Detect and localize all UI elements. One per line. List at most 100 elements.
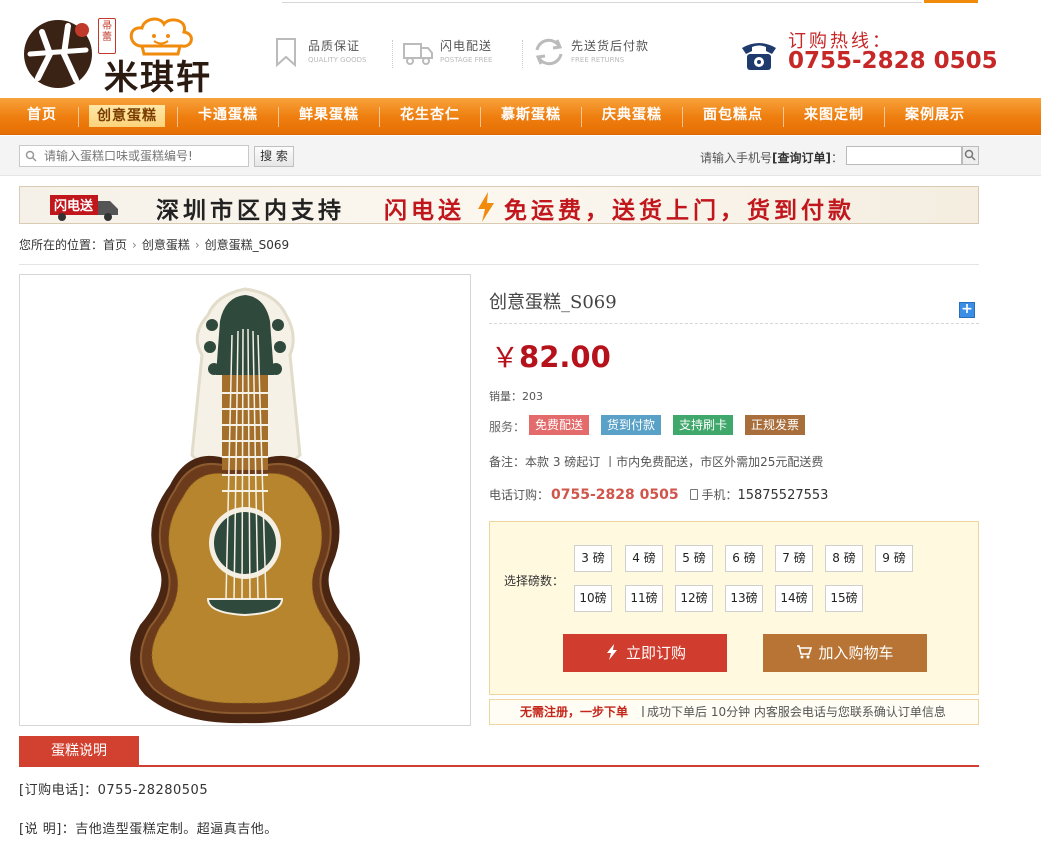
weight-option[interactable]: 4 磅 bbox=[625, 545, 663, 572]
contact-mobile: 15875527553 bbox=[737, 488, 829, 503]
delivery-truck-icon: 闪电送 bbox=[50, 195, 118, 221]
nav-item-creative-cake[interactable]: 创意蛋糕 bbox=[86, 98, 168, 135]
sales-count: 销量：203 bbox=[489, 390, 543, 403]
promise-quality: 品质保证 QUALITY GOODS bbox=[270, 34, 390, 74]
weight-option[interactable]: 7 磅 bbox=[775, 545, 813, 572]
service-tag-invoice: 正规发票 bbox=[745, 415, 806, 435]
promise-payment-sub: FREE RETURNS bbox=[571, 56, 625, 64]
nav-divider bbox=[783, 107, 784, 127]
search-bar: 搜 索 请输入手机号[查询订单]： bbox=[0, 136, 1041, 176]
order-query-label: 请输入手机号[查询订单]： bbox=[700, 151, 844, 165]
hotline: 订购热线： 0755-2828 0505 bbox=[740, 26, 998, 78]
add-to-cart-button[interactable]: 加入购物车 bbox=[763, 634, 927, 672]
promise-payment-title: 先送货后付款 bbox=[571, 39, 650, 53]
truck-icon bbox=[403, 43, 433, 65]
expand-plus-icon[interactable]: + bbox=[959, 302, 975, 318]
weight-option[interactable]: 5 磅 bbox=[675, 545, 713, 572]
breadcrumb-current: 创意蛋糕_S069 bbox=[204, 238, 290, 252]
breadcrumb-home[interactable]: 首页 bbox=[103, 238, 127, 252]
weight-option[interactable]: 6 磅 bbox=[725, 545, 763, 572]
site-logo[interactable]: 帚蕾 米琪轩 bbox=[20, 12, 225, 98]
breadcrumb-divider bbox=[19, 264, 979, 265]
nav-item-celebration-cake[interactable]: 庆典蛋糕 bbox=[588, 98, 676, 135]
brand-name: 米琪轩 bbox=[104, 58, 212, 98]
search-button[interactable]: 搜 索 bbox=[254, 146, 294, 167]
weight-option[interactable]: 11磅 bbox=[625, 585, 663, 612]
top-strip-accent bbox=[924, 0, 978, 3]
promise-delivery-title: 闪电配送 bbox=[440, 39, 493, 53]
promo-banner[interactable]: 闪电送 深圳市区内支持 闪电送 免运费，送货上门，货到付款 bbox=[19, 186, 979, 224]
weight-option[interactable]: 9 磅 bbox=[875, 545, 913, 572]
bookmark-icon bbox=[276, 38, 296, 68]
sales-value: 203 bbox=[522, 390, 543, 403]
banner-text-area: 深圳市区内支持 bbox=[156, 198, 345, 224]
service-tag-free-delivery: 免费配送 bbox=[529, 415, 590, 435]
logo-mark-icon bbox=[24, 20, 92, 88]
tip-no-register: 无需注册，一步下单 bbox=[520, 705, 629, 719]
nav-item-showcase[interactable]: 案例展示 bbox=[891, 98, 979, 135]
logo-seal: 帚蕾 bbox=[98, 18, 116, 54]
chevron-right-icon: › bbox=[194, 238, 200, 252]
nav-item-custom-order[interactable]: 来图定制 bbox=[790, 98, 878, 135]
main-nav: 首页 创意蛋糕 卡通蛋糕 鲜果蛋糕 花生杏仁 慕斯蛋糕 庆典蛋糕 面包糕点 来图… bbox=[0, 98, 1041, 135]
tab-cake-description[interactable]: 蛋糕说明 bbox=[19, 736, 139, 766]
nav-item-peanut-almond[interactable]: 花生杏仁 bbox=[386, 98, 474, 135]
banner-text-free: 免运费，送货上门，货到付款 bbox=[504, 198, 855, 224]
price-value: 82.00 bbox=[519, 340, 611, 374]
weight-option[interactable]: 10磅 bbox=[574, 585, 612, 612]
promise-divider bbox=[392, 40, 393, 68]
breadcrumb-category[interactable]: 创意蛋糕 bbox=[142, 238, 190, 252]
nav-item-fruit-cake[interactable]: 鲜果蛋糕 bbox=[285, 98, 373, 135]
nav-item-mousse-cake[interactable]: 慕斯蛋糕 bbox=[487, 98, 575, 135]
tip-confirm: 成功下单后 10分钟 内客服会电话与您联系确认订单信息 bbox=[647, 705, 946, 719]
weight-option[interactable]: 14磅 bbox=[775, 585, 813, 612]
weight-option[interactable]: 8 磅 bbox=[825, 545, 863, 572]
nav-divider bbox=[78, 107, 79, 127]
weight-option[interactable]: 12磅 bbox=[675, 585, 713, 612]
site-header: 帚蕾 米琪轩 品质保证 QUALITY GOODS 闪电配送 POSTAGE F… bbox=[0, 4, 1041, 98]
weight-selector: 选择磅数： 3 磅 4 磅 5 磅 6 磅 7 磅 8 磅 9 磅 10磅 11… bbox=[489, 521, 979, 695]
product-image[interactable] bbox=[19, 274, 471, 726]
order-phone-input[interactable] bbox=[846, 146, 962, 165]
nav-item-cartoon-cake[interactable]: 卡通蛋糕 bbox=[184, 98, 272, 135]
weight-label: 选择磅数： bbox=[504, 574, 565, 588]
mobile-phone-icon bbox=[690, 489, 699, 500]
lightning-icon bbox=[606, 644, 617, 660]
promise-delivery-sub: POSTAGE FREE bbox=[440, 56, 493, 64]
service-tag-card: 支持刷卡 bbox=[673, 415, 734, 435]
nav-divider bbox=[379, 107, 380, 127]
cart-icon bbox=[797, 645, 813, 659]
banner-text-express: 闪电送 bbox=[384, 198, 465, 224]
search-icon bbox=[964, 149, 976, 161]
currency-symbol: ￥ bbox=[491, 341, 520, 374]
description-phone: [订购电话]：0755-28280505 bbox=[19, 783, 209, 798]
weight-option[interactable]: 3 磅 bbox=[574, 545, 612, 572]
contact-phone: 0755-2828 0505 bbox=[551, 487, 679, 503]
buy-now-button[interactable]: 立即订购 bbox=[563, 634, 727, 672]
guitar-cake-image bbox=[130, 287, 360, 724]
promise-quality-title: 品质保证 bbox=[308, 39, 361, 53]
product-price: ￥82.00 bbox=[491, 336, 611, 376]
banner-badge: 闪电送 bbox=[54, 198, 94, 214]
description-text: [说 明]：吉他造型蛋糕定制。超逼真吉他。 bbox=[19, 822, 278, 837]
hotline-number: 0755-2828 0505 bbox=[788, 48, 998, 74]
promise-divider bbox=[522, 40, 523, 68]
promise-payment: 先送货后付款 FREE RETURNS bbox=[533, 34, 673, 74]
lightning-icon bbox=[478, 192, 494, 222]
nav-divider bbox=[177, 107, 178, 127]
nav-divider bbox=[884, 107, 885, 127]
telephone-icon bbox=[742, 43, 776, 70]
nav-divider bbox=[480, 107, 481, 127]
order-tip: 无需注册，一步下单 丨 成功下单后 10分钟 内客服会电话与您联系确认订单信息 bbox=[489, 699, 979, 725]
order-query-link[interactable]: [查询订单] bbox=[772, 151, 831, 165]
order-query-button[interactable] bbox=[962, 146, 979, 165]
search-icon bbox=[25, 150, 37, 162]
weight-option[interactable]: 15磅 bbox=[825, 585, 863, 612]
search-input[interactable] bbox=[19, 145, 249, 167]
breadcrumb-prefix: 您所在的位置： bbox=[19, 238, 104, 252]
promise-delivery: 闪电配送 POSTAGE FREE bbox=[402, 34, 522, 74]
weight-option[interactable]: 13磅 bbox=[725, 585, 763, 612]
nav-divider bbox=[278, 107, 279, 127]
nav-item-bread-pastry[interactable]: 面包糕点 bbox=[689, 98, 777, 135]
nav-item-home[interactable]: 首页 bbox=[14, 98, 70, 135]
